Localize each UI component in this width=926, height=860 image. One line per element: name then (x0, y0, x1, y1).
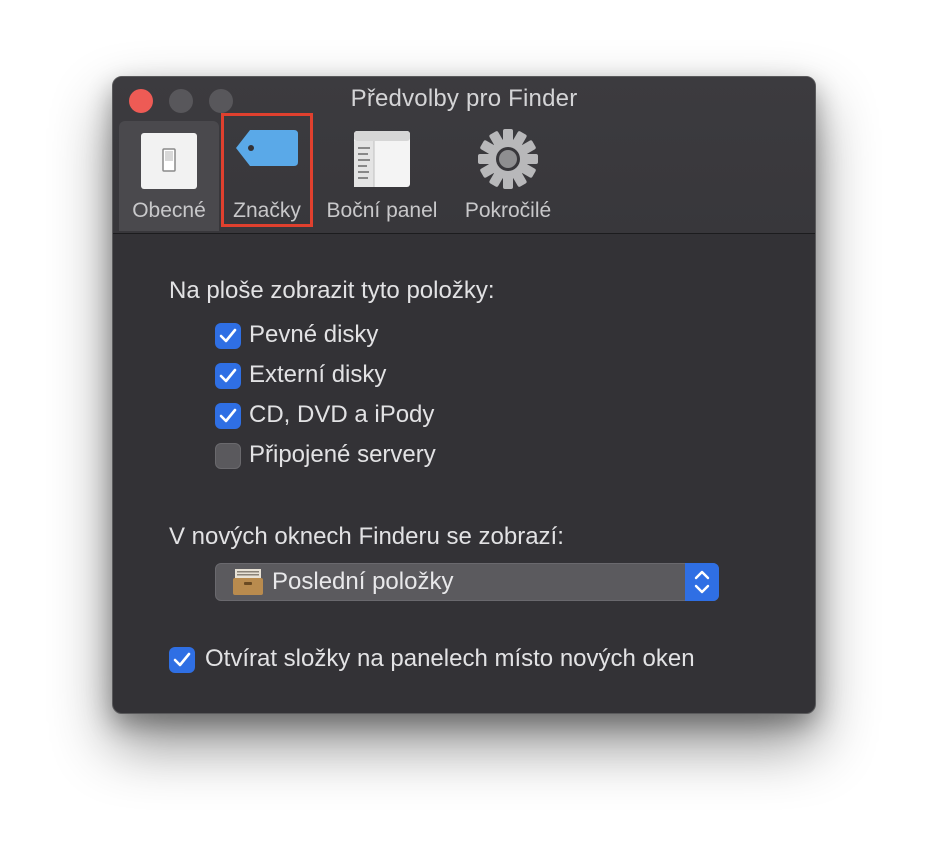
finder-preferences-window: Předvolby pro Finder Obecné Značky Boční… (112, 76, 816, 714)
cd-dvd-ipods-label[interactable]: CD, DVD a iPody (249, 401, 434, 429)
open-in-tabs-checkbox[interactable] (169, 647, 195, 673)
tab-advanced[interactable]: Pokročilé (455, 121, 561, 231)
checkmark-icon (173, 652, 191, 667)
checkmark-icon (219, 328, 237, 343)
tag-icon (234, 128, 300, 174)
external-disks-label[interactable]: Externí disky (249, 361, 386, 389)
tab-sidebar-label: Boční panel (326, 199, 438, 222)
cd-dvd-ipods-checkbox[interactable] (215, 403, 241, 429)
open-in-tabs-label[interactable]: Otvírat složky na panelech místo nových … (205, 645, 695, 673)
connected-servers-label[interactable]: Připojené servery (249, 441, 436, 469)
checkmark-icon (219, 368, 237, 383)
tab-general[interactable]: Obecné (119, 121, 219, 231)
desktop-items-heading: Na ploše zobrazit tyto položky: (169, 277, 495, 304)
new-window-popup[interactable]: Poslední položky (215, 563, 719, 601)
light-switch-icon (141, 133, 197, 195)
connected-servers-checkbox[interactable] (215, 443, 241, 469)
checkmark-icon (219, 408, 237, 423)
new-window-heading: V nových oknech Finderu se zobrazí: (169, 523, 564, 550)
external-disks-checkbox[interactable] (215, 363, 241, 389)
popup-stepper[interactable] (685, 563, 719, 601)
hard-disks-label[interactable]: Pevné disky (249, 321, 378, 349)
gear-icon (476, 127, 540, 197)
tab-tags[interactable]: Značky (221, 113, 313, 227)
window-title: Předvolby pro Finder (350, 85, 578, 112)
titlebar: Předvolby pro Finder Obecné Značky Boční… (113, 77, 815, 234)
up-down-chevron-icon (694, 570, 710, 594)
new-window-selected: Poslední položky (272, 568, 454, 595)
recents-icon (232, 567, 264, 602)
hard-disks-checkbox[interactable] (215, 323, 241, 349)
tab-general-label: Obecné (132, 199, 206, 222)
tab-sidebar[interactable]: Boční panel (319, 121, 445, 231)
tab-tags-label: Značky (233, 199, 301, 222)
sidebar-icon (354, 131, 410, 193)
tab-advanced-label: Pokročilé (464, 199, 552, 222)
